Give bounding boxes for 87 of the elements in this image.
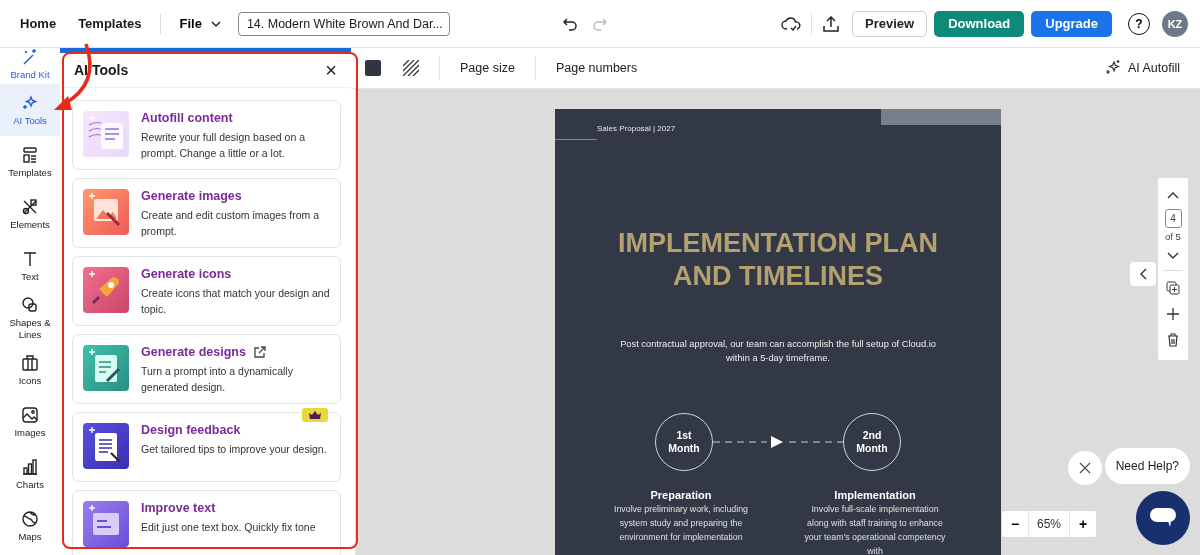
sparkles-icon xyxy=(21,93,39,112)
ai-tool-card[interactable]: Autofill content Rewrite your full design based on a prompt. Change a little or a lot. xyxy=(72,100,341,170)
tool-illustration-icon xyxy=(83,345,129,391)
zoom-in-button[interactable]: + xyxy=(1070,511,1096,537)
undo-icon[interactable] xyxy=(561,16,578,31)
step-heading: Preparation xyxy=(650,489,712,501)
magic-wand-icon xyxy=(21,47,39,66)
tool-title: Design feedback xyxy=(141,423,241,437)
ai-tool-card[interactable]: Generate images Create and edit custom images from a prompt. xyxy=(72,178,341,248)
panel-title: AI Tools xyxy=(74,62,129,78)
chevron-down-icon[interactable] xyxy=(1167,252,1179,260)
pattern-icon[interactable] xyxy=(403,60,419,76)
tool-description: Edit just one text box. Quickly fix tone xyxy=(141,520,316,535)
text-icon xyxy=(21,249,39,268)
sidebar-item[interactable]: AI Tools xyxy=(0,84,60,136)
shapes-icon xyxy=(21,296,39,315)
tool-title: Generate images xyxy=(141,189,242,203)
tool-illustration-icon xyxy=(83,501,129,547)
file-menu[interactable]: File xyxy=(179,16,222,31)
ai-tool-card[interactable]: Generate icons Create icons that match your design and topic. xyxy=(72,256,341,326)
preview-button[interactable]: Preview xyxy=(852,10,928,37)
sidebar-item[interactable]: Shapes & Lines xyxy=(0,292,60,344)
templates-icon xyxy=(21,145,39,164)
close-icon xyxy=(1079,462,1091,474)
sidebar-item[interactable]: Brand Kit xyxy=(0,44,60,84)
duplicate-page-icon[interactable] xyxy=(1166,281,1180,295)
need-help-bubble[interactable]: Need Help? xyxy=(1104,448,1190,484)
tool-illustration-icon xyxy=(83,189,129,235)
nav-link[interactable]: Templates xyxy=(78,16,142,31)
document-title-field[interactable]: 14. Modern White Brown And Dar... xyxy=(237,11,450,36)
tool-title: Improve text xyxy=(141,501,216,515)
delete-icon[interactable] xyxy=(1167,333,1179,347)
page-title: IMPLEMENTATION PLAN xyxy=(618,227,938,260)
sidebar-item[interactable]: Elements xyxy=(0,188,60,240)
zoom-out-button[interactable]: − xyxy=(1002,511,1028,537)
page-header-text: Sales Proposal | 2027 xyxy=(597,124,676,133)
close-button[interactable]: × xyxy=(323,60,339,80)
tool-title: Autofill content xyxy=(141,111,233,125)
step-heading: Implementation xyxy=(834,489,916,501)
help-button[interactable]: ? xyxy=(1128,12,1150,35)
chevron-left-icon xyxy=(1139,268,1147,280)
sidebar-item[interactable]: Templates xyxy=(0,136,60,188)
upload-icon[interactable] xyxy=(822,14,840,33)
elements-icon xyxy=(21,197,39,216)
download-button[interactable]: Download xyxy=(934,10,1025,37)
sidebar-item[interactable]: Maps xyxy=(0,500,60,552)
tool-illustration-icon xyxy=(83,423,129,469)
tool-description: Turn a prompt into a dynamically generated design. xyxy=(141,364,294,395)
sidebar-item[interactable]: Charts xyxy=(0,448,60,500)
sidebar-item[interactable]: Images xyxy=(0,396,60,448)
page-size-button[interactable]: Page size xyxy=(460,61,515,75)
page-number-field[interactable]: 4 xyxy=(1164,209,1182,228)
ai-autofill-button[interactable]: AI Autofill xyxy=(1103,59,1180,77)
page-count: of 5 xyxy=(1165,231,1181,242)
color-swatch[interactable] xyxy=(365,60,381,76)
tool-illustration-icon xyxy=(83,267,129,313)
sidebar-item[interactable]: Text xyxy=(0,240,60,292)
tool-title: Generate icons xyxy=(141,267,232,281)
tool-illustration-icon xyxy=(83,111,129,157)
ai-tool-card[interactable]: Improve text Edit just one text box. Quickly fix tone xyxy=(72,490,341,555)
page-numbers-button[interactable]: Page numbers xyxy=(555,61,638,75)
zoom-level[interactable]: 65% xyxy=(1028,511,1070,537)
user-avatar[interactable]: KZ xyxy=(1162,10,1188,37)
chat-button[interactable] xyxy=(1136,491,1190,545)
tool-description: Create icons that match your design and topic. xyxy=(141,286,330,317)
sidebar-item[interactable]: Icons xyxy=(0,344,60,396)
bar-chart-icon xyxy=(21,457,39,476)
image-icon xyxy=(21,405,39,424)
upgrade-button[interactable]: Upgrade xyxy=(1031,10,1112,37)
tool-description: Get tailored tips to improve your design. xyxy=(141,442,327,457)
tool-description: Rewrite your full design based on a prompt. Change a little or a lot. xyxy=(141,130,306,161)
sparkles-icon xyxy=(1103,59,1122,77)
step-description: Involve full-scale implementation along with staff training to enhance your team's operational competency with xyxy=(803,503,947,555)
intro-text: Post contractual approval, our team can accomplish the full setup of Cloud.io within a 5-day timeframe. xyxy=(619,338,937,365)
briefcase-icon xyxy=(21,353,39,372)
step-description: Involve preliminary work, including system study and preparing the environment for implementation xyxy=(613,503,749,544)
nav-link[interactable]: Home xyxy=(20,16,57,31)
collapse-button[interactable] xyxy=(1130,262,1156,286)
add-page-icon[interactable] xyxy=(1167,308,1179,320)
page-title: AND TIMELINES xyxy=(672,260,884,293)
tool-description: Create and edit custom images from a prompt. xyxy=(141,208,320,239)
tool-title: Generate designs xyxy=(141,345,246,359)
ai-tool-card[interactable]: Generate designs Turn a prompt into a dynamically generated design. xyxy=(72,334,341,404)
chevron-up-icon[interactable] xyxy=(1167,191,1179,199)
globe-icon xyxy=(21,509,39,528)
chat-bubble-icon xyxy=(1149,507,1177,529)
cloud-check-icon[interactable] xyxy=(781,15,801,32)
